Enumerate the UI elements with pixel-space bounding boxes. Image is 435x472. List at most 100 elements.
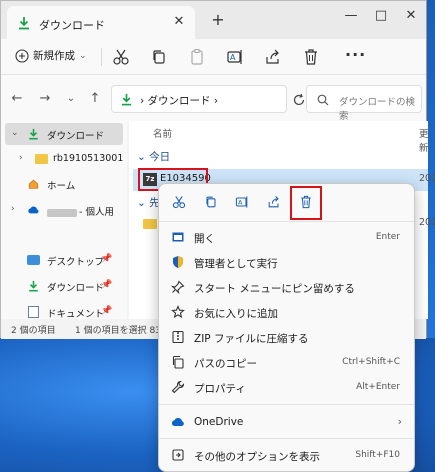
refresh-icon[interactable] — [292, 93, 306, 107]
item-count: 2 個の項目 — [11, 326, 56, 336]
breadcrumb[interactable]: › ダウンロード › — [140, 93, 218, 108]
menu-item-pin-to-start[interactable]: スタート メニューにピン留めする — [159, 275, 414, 300]
group-header-earlier[interactable]: ⌄ 先 — [137, 195, 160, 210]
document-icon — [28, 306, 39, 318]
download-icon — [19, 17, 29, 30]
star-icon — [171, 305, 185, 319]
open-icon — [172, 232, 184, 242]
menu-item-run-as-admin[interactable]: 管理者として実行 — [159, 250, 414, 275]
menu-item-compress-zip[interactable]: ZIP ファイルに圧縮する — [159, 325, 414, 350]
shortcut-label: Enter — [375, 232, 400, 242]
copy-path-icon — [172, 355, 184, 369]
tab-close-icon[interactable]: ✕ — [171, 14, 187, 30]
column-header-name[interactable]: 名前 — [153, 126, 172, 140]
rename-icon[interactable]: A — [234, 194, 250, 210]
plus-circle-icon — [15, 48, 29, 63]
recent-locations-button[interactable]: ⌄ — [63, 91, 79, 107]
address-bar[interactable]: › ダウンロード › — [111, 85, 287, 113]
context-quick-actions: A — [159, 184, 414, 220]
download-icon — [121, 93, 132, 106]
nav-item-folder[interactable]: › rb1910513001 — [1, 148, 123, 170]
nav-item-onedrive[interactable]: › - 個人用 — [1, 199, 123, 221]
paste-icon[interactable] — [187, 47, 207, 67]
command-bar: 新規作成 ⌄ A ··· — [1, 39, 426, 75]
address-bar-row: ← → ⌄ ↑ › ダウンロード › ダウンロードの検索 — [1, 75, 426, 122]
delete-icon[interactable] — [301, 47, 321, 67]
menu-divider — [159, 438, 414, 439]
menu-item-open[interactable]: 開く Enter — [159, 225, 414, 250]
chevron-right-icon[interactable]: › — [11, 204, 15, 214]
menu-item-add-favorite[interactable]: お気に入りに追加 — [159, 300, 414, 325]
menu-item-label: 開く — [194, 233, 215, 245]
nav-item-desktop[interactable]: デスクトップ 📌 — [1, 249, 123, 271]
menu-item-properties[interactable]: プロパティ Alt+Enter — [159, 375, 414, 400]
menu-divider — [159, 221, 414, 222]
nav-item-home[interactable]: ホーム — [1, 173, 123, 195]
menu-item-label: スタート メニューにピン留めする — [194, 283, 355, 295]
toolbar-divider — [101, 48, 102, 66]
chevron-right-icon: › — [397, 415, 402, 428]
cut-icon[interactable] — [171, 194, 187, 210]
column-header-date[interactable]: 更新 — [419, 126, 429, 154]
title-bar: ダウンロード ✕ + — □ ✕ — [1, 1, 426, 39]
nav-item-label-text: - 個人用 — [79, 207, 114, 218]
menu-item-label: パスのコピー — [194, 358, 257, 370]
cut-icon[interactable] — [111, 47, 131, 67]
more-options-button[interactable]: ··· — [345, 45, 366, 64]
group-header-today[interactable]: ⌄ 今日 — [137, 149, 170, 164]
nav-item-label: rb1910513001 — [53, 153, 124, 164]
highlight-box — [290, 186, 322, 220]
context-menu: A 開く Enter 管理者として実行 スタート メニューにピン留めする お気に… — [158, 183, 415, 472]
maximize-button[interactable]: □ — [366, 1, 396, 31]
tab-downloads[interactable]: ダウンロード ✕ — [7, 6, 195, 39]
nav-item-label: - 個人用 — [47, 204, 114, 218]
rename-icon[interactable]: A — [225, 47, 245, 67]
nav-item-label: ダウンロード — [47, 283, 105, 294]
nav-item-downloads-pinned[interactable]: ダウンロード 📌 — [1, 275, 123, 297]
search-icon — [317, 94, 329, 106]
shortcut-label: Shift+F10 — [355, 450, 400, 460]
pin-icon: 📌 — [101, 254, 113, 264]
folder-icon — [35, 154, 48, 164]
pin-icon: 📌 — [101, 306, 113, 316]
home-icon — [28, 179, 39, 189]
wrench-icon — [171, 380, 185, 394]
up-button[interactable]: ↑ — [87, 91, 103, 107]
new-tab-button[interactable]: + — [209, 11, 227, 29]
chevron-right-icon[interactable]: › — [19, 153, 23, 163]
forward-button[interactable]: → — [37, 91, 53, 107]
folder-date: 202 — [419, 217, 435, 228]
new-button[interactable]: 新規作成 ⌄ — [15, 48, 87, 63]
back-button[interactable]: ← — [9, 91, 25, 107]
search-placeholder: ダウンロードの検索 — [339, 97, 416, 122]
menu-item-show-more-options[interactable]: その他のオプションを表示 Shift+F10 — [159, 443, 414, 468]
copy-icon[interactable] — [149, 47, 169, 67]
zip-icon — [172, 330, 184, 344]
menu-item-label: その他のオプションを表示 — [194, 451, 320, 463]
nav-item-downloads[interactable]: ⌄ ダウンロード — [5, 123, 123, 145]
redacted-block — [47, 208, 77, 217]
share-icon[interactable] — [266, 194, 282, 210]
menu-item-label: OneDrive — [194, 416, 244, 428]
copy-icon[interactable] — [203, 194, 219, 210]
nav-item-label: ホーム — [47, 181, 76, 192]
shortcut-label: Alt+Enter — [356, 382, 400, 392]
tab-label: ダウンロード — [39, 19, 105, 32]
menu-item-copy-path[interactable]: パスのコピー Ctrl+Shift+C — [159, 350, 414, 375]
menu-item-label: お気に入りに追加 — [194, 308, 278, 320]
window-controls: — □ ✕ — [336, 1, 426, 39]
nav-item-label: ダウンロード — [47, 131, 105, 142]
onedrive-icon — [171, 417, 184, 426]
search-box[interactable]: ダウンロードの検索 — [306, 85, 422, 122]
menu-item-label: ZIP ファイルに圧縮する — [194, 333, 309, 345]
share-icon[interactable] — [263, 47, 283, 67]
menu-item-label: 管理者として実行 — [194, 258, 278, 270]
download-icon — [29, 280, 38, 292]
menu-item-onedrive[interactable]: OneDrive › — [159, 410, 414, 435]
download-icon — [29, 128, 38, 140]
nav-item-label: デスクトップ — [47, 257, 105, 268]
minimize-button[interactable]: — — [336, 1, 366, 31]
chevron-down-icon[interactable]: ⌄ — [11, 128, 19, 138]
close-window-button[interactable]: ✕ — [396, 1, 426, 31]
new-button-label: 新規作成 — [33, 50, 75, 62]
